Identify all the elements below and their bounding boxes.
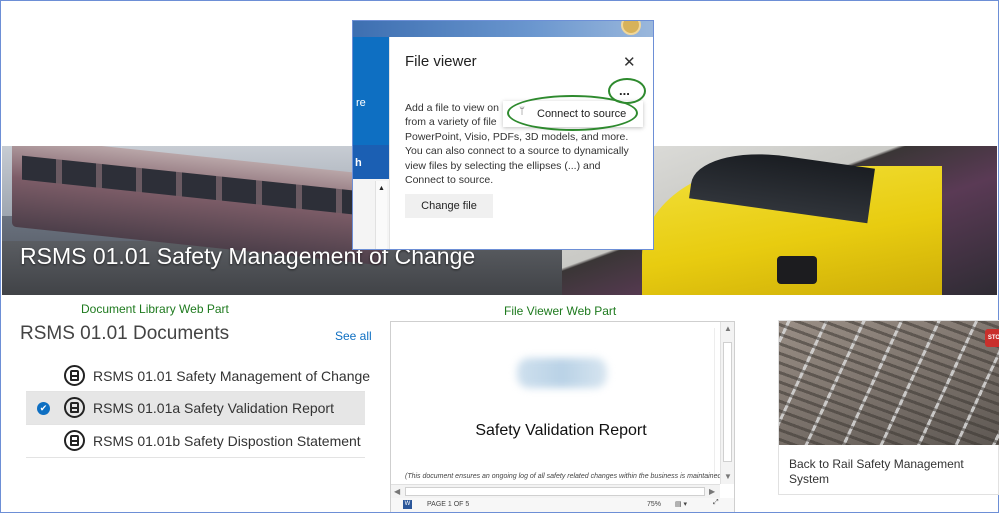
scroll-left-icon[interactable]: ◀ [394,487,400,496]
doc-row-3[interactable]: RSMS 01.01b Safety Dispostion Statement [26,425,365,457]
doc-row-label: RSMS 01.01b Safety Dispostion Statement [93,433,361,449]
train-icon [64,365,85,386]
scroll-down-icon[interactable]: ▼ [724,472,732,481]
doc-row-divider [26,457,365,458]
doclib-title: RSMS 01.01 Documents [20,323,230,344]
train-icon [64,397,85,418]
left-nav-dark: h [353,145,389,179]
scroll-right-icon[interactable]: ▶ [709,487,715,496]
file-viewer-panel: re h ▲ File viewer ✕ ... Add a file to v… [352,20,654,250]
file-viewer-webpart[interactable]: Safety Validation Report (This document … [390,321,735,512]
left-nav-grey: ▲ [353,179,389,249]
selected-check-icon[interactable]: ✔ [37,402,50,415]
doclib-annotation: Document Library Web Part [81,302,229,316]
connect-highlight-ring [507,95,638,131]
fileviewer-annotation: File Viewer Web Part [504,304,617,318]
panel-title: File viewer [405,53,477,70]
doc-row-label: RSMS 01.01 Safety Management of Change [93,368,371,384]
panel-divider [389,37,390,249]
document-note: (This document ensures an ongoing log of… [405,473,722,480]
scroll-up-icon[interactable]: ▲ [724,324,732,333]
card-caption-link[interactable]: Back to Rail Safety Management System [789,457,989,487]
left-nav-blue: re [353,37,389,145]
word-icon: W [403,500,412,509]
close-icon[interactable]: ✕ [623,53,636,71]
avatar[interactable] [621,21,641,35]
zoom-level[interactable]: 75% [647,501,661,508]
train-icon [64,430,85,451]
horizontal-scrollbar[interactable]: ◀ ▶ [391,484,720,498]
left-nav-text: h [355,157,362,169]
blurred-logo [517,358,607,388]
left-scrollbar[interactable]: ▲ [375,181,387,249]
fit-page-icon[interactable]: ⤢ [713,499,719,507]
stop-sign: STO [985,329,999,347]
change-file-button[interactable]: Change file [405,194,493,218]
quick-link-card[interactable]: STO Back to Rail Safety Management Syste… [778,320,999,495]
horizontal-scroll-thumb[interactable] [405,487,705,496]
scroll-up-icon[interactable]: ▲ [378,185,385,192]
rail-tracks-image: STO [779,321,999,445]
doc-row-1[interactable]: RSMS 01.01 Safety Management of Change [26,360,370,392]
panel-top-strip [353,21,653,37]
document-title: Safety Validation Report [475,422,647,439]
vertical-scroll-thumb[interactable] [723,342,732,462]
page-count: PAGE 1 OF 5 [427,501,470,508]
viewer-status-bar: W PAGE 1 OF 5 75% ▤ ▾ ⤢ [391,498,734,512]
left-nav-text: re [356,97,366,109]
doc-row-label: RSMS 01.01a Safety Validation Report [93,400,334,416]
hero-train-lamp [777,256,817,284]
view-mode-icon[interactable]: ▤ ▾ [675,500,687,508]
vertical-scrollbar[interactable]: ▲ ▼ [720,322,734,484]
document-page [397,328,715,478]
see-all-link[interactable]: See all [335,329,372,343]
doc-row-2[interactable]: ✔ RSMS 01.01a Safety Validation Report [26,392,365,424]
